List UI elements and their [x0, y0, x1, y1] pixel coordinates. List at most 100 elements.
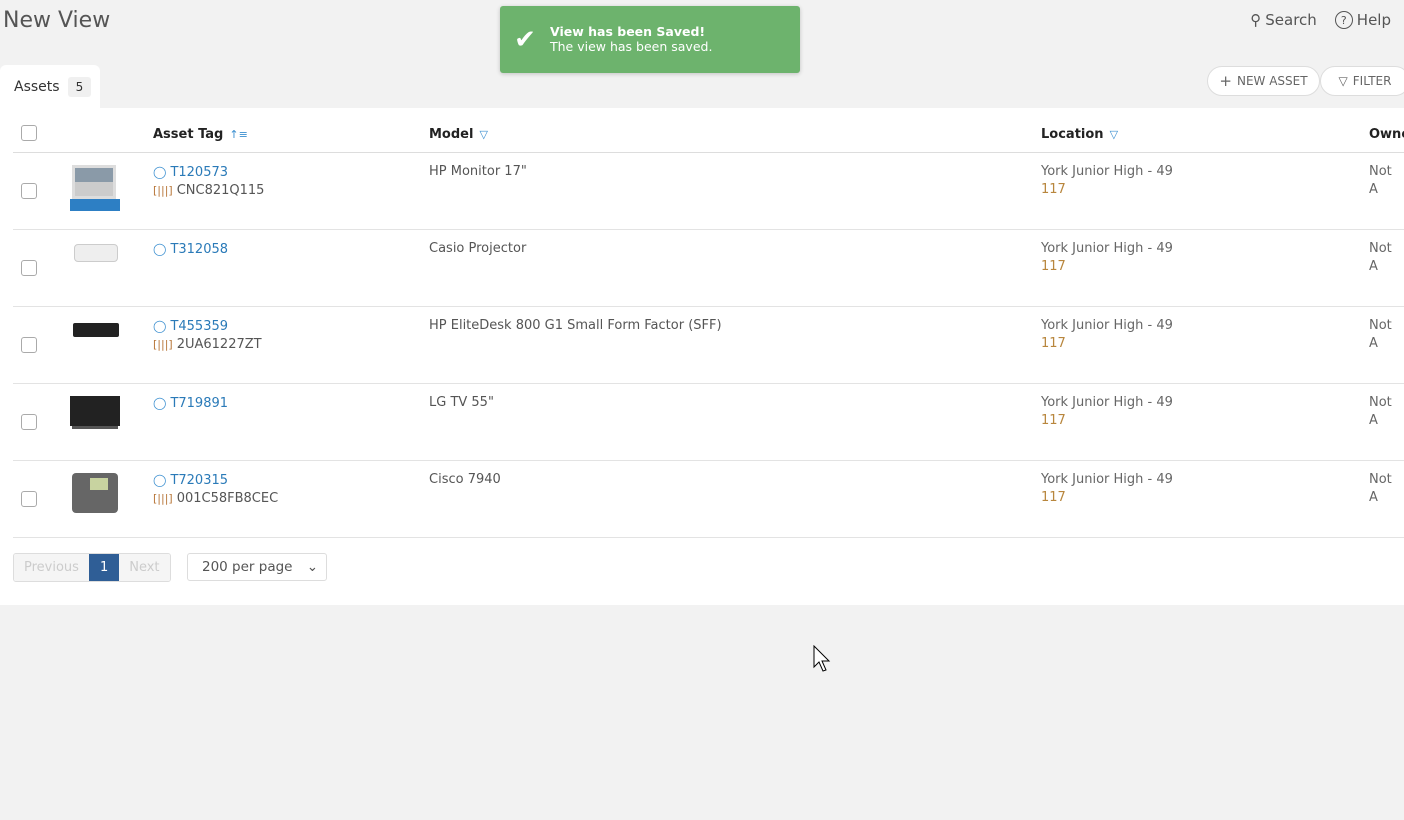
row-checkbox[interactable]	[21, 337, 37, 353]
column-label: Location	[1041, 127, 1104, 142]
tag-icon: ◯	[153, 242, 167, 256]
sort-dropdown-icon[interactable]: ▽	[1110, 128, 1118, 141]
model-cell[interactable]: HP Monitor 17"	[429, 163, 527, 181]
tag-icon: ◯	[153, 319, 167, 333]
tab-label: Assets	[14, 79, 60, 95]
column-owner[interactable]: Owne	[1369, 127, 1404, 142]
row-checkbox[interactable]	[21, 260, 37, 276]
asset-tag-link[interactable]: ◯ T455359	[153, 317, 262, 336]
table-row[interactable]: ◯ T719891 LG TV 55" York Junior High - 49…	[13, 384, 1404, 461]
page-1-button[interactable]: 1	[88, 554, 120, 581]
location-cell: York Junior High - 49 117	[1041, 317, 1173, 353]
model-cell[interactable]: Casio Projector	[429, 240, 526, 258]
row-checkbox[interactable]	[21, 183, 37, 199]
next-button[interactable]: Next	[119, 554, 170, 581]
serial-value: 2UA61227ZT	[176, 337, 262, 352]
filter-label: FILTER	[1352, 74, 1392, 88]
column-label: Model	[429, 127, 474, 142]
asset-tag-link[interactable]: ◯ T120573	[153, 163, 264, 182]
room-number: 117	[1041, 490, 1066, 505]
model-cell[interactable]: Cisco 7940	[429, 471, 501, 489]
filter-button[interactable]: ▽ FILTER	[1320, 66, 1404, 96]
asset-tag-value: T120573	[170, 165, 229, 180]
asset-image-projector[interactable]	[70, 240, 120, 286]
asset-image-phone[interactable]	[70, 471, 120, 517]
sort-ascending-icon[interactable]: ↑≡	[229, 128, 247, 141]
column-model[interactable]: Model ▽	[429, 127, 488, 142]
serial-value: CNC821Q115	[176, 183, 265, 198]
location-name: York Junior High - 49	[1041, 472, 1173, 487]
asset-image-tv[interactable]	[70, 394, 120, 440]
asset-tag-link[interactable]: ◯ T312058	[153, 240, 228, 259]
column-location[interactable]: Location ▽	[1041, 127, 1118, 142]
row-checkbox[interactable]	[21, 491, 37, 507]
owner-cell: Not A	[1369, 318, 1392, 351]
per-page-select[interactable]: 200 per page ⌄	[187, 553, 327, 581]
page-title: New View	[3, 8, 111, 33]
toast-title: View has been Saved!	[550, 24, 706, 39]
model-cell[interactable]: LG TV 55"	[429, 394, 494, 412]
serial-value: 001C58FB8CEC	[176, 491, 279, 506]
room-number: 117	[1041, 259, 1066, 274]
location-cell: York Junior High - 49 117	[1041, 240, 1173, 276]
barcode-icon: [|||]	[153, 338, 173, 351]
asset-tag-link[interactable]: ◯ T719891	[153, 394, 228, 413]
new-asset-button[interactable]: + NEW ASSET	[1207, 66, 1320, 96]
barcode-icon: [|||]	[153, 492, 173, 505]
location-name: York Junior High - 49	[1041, 395, 1173, 410]
previous-button[interactable]: Previous	[14, 554, 89, 581]
row-checkbox[interactable]	[21, 414, 37, 430]
column-asset-tag[interactable]: Asset Tag ↑≡	[153, 127, 248, 142]
tab-assets[interactable]: Assets 5	[0, 65, 100, 109]
tag-icon: ◯	[153, 473, 167, 487]
table-row[interactable]: ◯ T455359 [|||] 2UA61227ZT HP EliteDesk 80…	[13, 307, 1404, 384]
tab-count-badge: 5	[67, 77, 92, 97]
toast-message: The view has been saved.	[550, 39, 713, 54]
search-button[interactable]: ⚲ Search	[1250, 11, 1317, 29]
location-cell: York Junior High - 49 117	[1041, 163, 1173, 199]
select-all-checkbox[interactable]	[21, 125, 37, 141]
assets-table: Asset Tag↑≡ Model▽ Location▽ Owne ◯T1205…	[0, 108, 1404, 605]
asset-tag-value: T312058	[170, 242, 229, 257]
mouse-cursor	[813, 645, 831, 672]
asset-image-desktop[interactable]	[70, 317, 120, 363]
help-button[interactable]: ? Help	[1334, 11, 1391, 29]
location-cell: York Junior High - 49 117	[1041, 394, 1173, 430]
asset-tag-link[interactable]: ◯ T720315	[153, 471, 278, 490]
owner-cell: Not A	[1369, 164, 1392, 197]
pagination: Previous 1 Next	[13, 553, 171, 582]
column-label: Owne	[1369, 127, 1404, 142]
serial-number: [|||] CNC821Q115	[153, 182, 264, 200]
location-cell: York Junior High - 49 117	[1041, 471, 1173, 507]
asset-tag-value: T719891	[170, 396, 229, 411]
chevron-down-icon: ⌄	[306, 559, 318, 575]
per-page-value: 200 per page	[202, 559, 293, 575]
serial-number: [|||] 001C58FB8CEC	[153, 490, 278, 508]
table-row[interactable]: ◯ T720315 [|||] 001C58FB8CEC Cisco 7940 Yo…	[13, 461, 1404, 538]
tag-icon: ◯	[153, 165, 167, 179]
serial-number: [|||] 2UA61227ZT	[153, 336, 262, 354]
column-label: Asset Tag	[153, 127, 224, 142]
room-number: 117	[1041, 336, 1066, 351]
barcode-icon: [|||]	[153, 184, 173, 197]
room-number: 117	[1041, 413, 1066, 428]
table-row[interactable]: ◯ T120573 [|||] CNC821Q115 HP Monitor 17" …	[13, 153, 1404, 230]
search-label: Search	[1265, 11, 1317, 29]
model-cell[interactable]: HP EliteDesk 800 G1 Small Form Factor (S…	[429, 317, 722, 335]
room-number: 117	[1041, 182, 1066, 197]
toast-notification: ✔ View has been Saved! The view has been …	[500, 6, 800, 73]
search-icon: ⚲	[1250, 11, 1262, 29]
sort-dropdown-icon[interactable]: ▽	[479, 128, 487, 141]
table-row[interactable]: ◯ T312058 Casio Projector York Junior Hig…	[13, 230, 1404, 307]
location-name: York Junior High - 49	[1041, 164, 1173, 179]
tag-icon: ◯	[153, 396, 167, 410]
location-name: York Junior High - 49	[1041, 241, 1173, 256]
location-name: York Junior High - 49	[1041, 318, 1173, 333]
filter-icon: ▽	[1338, 74, 1348, 88]
checkmark-icon: ✔	[514, 24, 536, 55]
asset-image-monitor[interactable]	[70, 163, 120, 211]
plus-icon: +	[1219, 72, 1232, 90]
asset-tag-value: T720315	[170, 473, 229, 488]
new-asset-label: NEW ASSET	[1236, 74, 1308, 88]
table-header: Asset Tag ↑≡ Model ▽ Location ▽ Owne	[13, 108, 1404, 153]
